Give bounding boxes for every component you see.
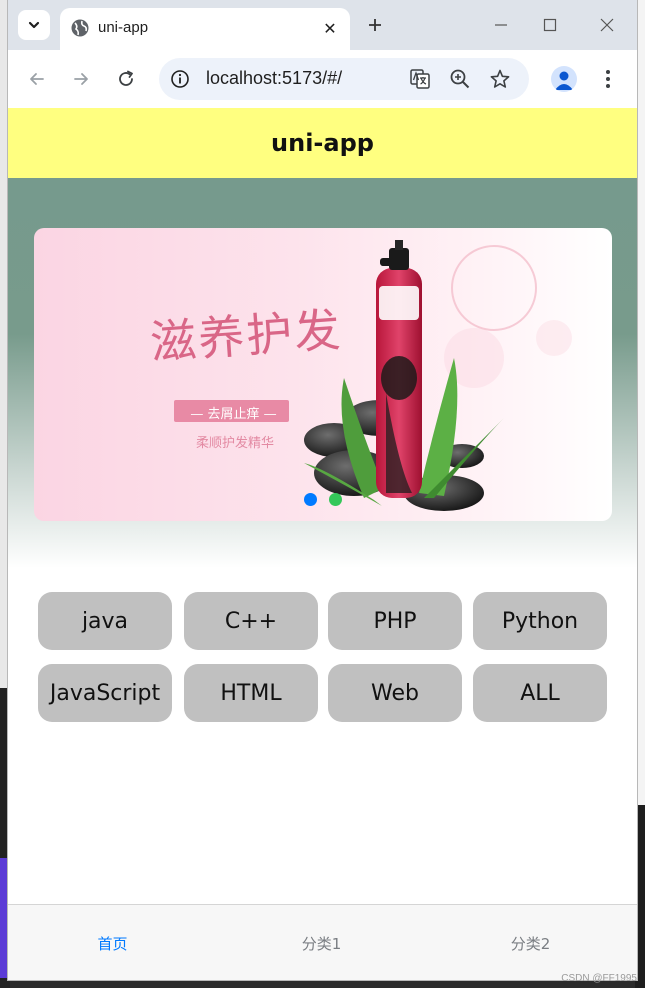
maximize-icon [543,18,557,32]
app-page: uni-app 滋养护发 — 去屑止痒 — 柔顺护发精华 java C++ PH… [8,108,637,980]
banner-ribbon-text: — 去屑止痒 — [190,407,277,422]
close-tab-icon[interactable]: ✕ [318,16,342,40]
plus-icon [369,19,381,31]
category-button-cpp[interactable]: C++ [184,592,318,650]
globe-icon [71,19,89,37]
zoom-button[interactable] [448,67,472,91]
bottom-tabbar: 首页 分类1 分类2 [8,904,637,980]
browser-toolbar: localhost:5173/#/ [8,50,637,109]
category-button-php[interactable]: PHP [328,592,462,650]
url-text[interactable]: localhost:5173/#/ [206,68,342,89]
more-vert-icon [606,70,610,88]
watermark-text: CSDN @FF1995 [561,973,637,984]
browser-window: uni-app ✕ localhost:5173/#/ uni-app 滋养护发… [8,0,637,980]
banner-tagline: 柔顺护发精华 [196,436,275,451]
close-window-button[interactable] [592,12,622,38]
forward-button[interactable] [67,65,95,93]
hero-section: 滋养护发 — 去屑止痒 — 柔顺护发精华 [8,178,637,568]
address-bar[interactable]: localhost:5173/#/ [159,58,529,100]
translate-icon [410,69,430,89]
banner-swiper[interactable]: 滋养护发 — 去屑止痒 — 柔顺护发精华 [34,228,612,521]
swiper-dot-2[interactable] [329,493,342,506]
chevron-down-icon [28,21,40,29]
browser-menu-button[interactable] [598,65,618,93]
bookmark-button[interactable] [488,67,512,91]
back-button[interactable] [23,65,51,93]
avatar-icon [555,71,573,90]
page-title: uni-app [271,129,374,157]
new-tab-button[interactable] [362,12,388,38]
minimize-button[interactable] [486,12,516,38]
tabbar-item-home[interactable]: 首页 [8,905,217,980]
tabbar-item-category-2[interactable]: 分类2 [426,905,635,980]
tab-title: uni-app [98,19,149,36]
banner-image [174,240,572,511]
browser-tab[interactable]: uni-app ✕ [60,8,350,50]
profile-button[interactable] [551,66,577,92]
maximize-button[interactable] [535,12,565,38]
category-button-java[interactable]: java [38,592,172,650]
swiper-dot-1[interactable] [304,493,317,506]
info-icon [171,70,189,88]
site-info-button[interactable] [168,67,192,91]
reload-button[interactable] [112,65,140,93]
translate-button[interactable] [408,67,432,91]
arrow-right-icon [74,73,88,85]
banner-calligraphy: 滋养护发 [148,302,344,370]
app-navbar: uni-app [8,108,637,178]
close-icon [600,18,614,32]
category-button-python[interactable]: Python [473,592,607,650]
category-button-javascript[interactable]: JavaScript [38,664,172,722]
star-icon [490,69,510,88]
category-button-all[interactable]: ALL [473,664,607,722]
tab-search-button[interactable] [18,10,50,40]
reload-icon [119,70,133,86]
zoom-in-icon [450,69,470,89]
category-button-web[interactable]: Web [328,664,462,722]
arrow-left-icon [30,73,44,85]
tabbar-item-category-1[interactable]: 分类1 [217,905,426,980]
minimize-icon [495,24,507,26]
tab-strip: uni-app ✕ [8,0,637,50]
category-button-html[interactable]: HTML [184,664,318,722]
